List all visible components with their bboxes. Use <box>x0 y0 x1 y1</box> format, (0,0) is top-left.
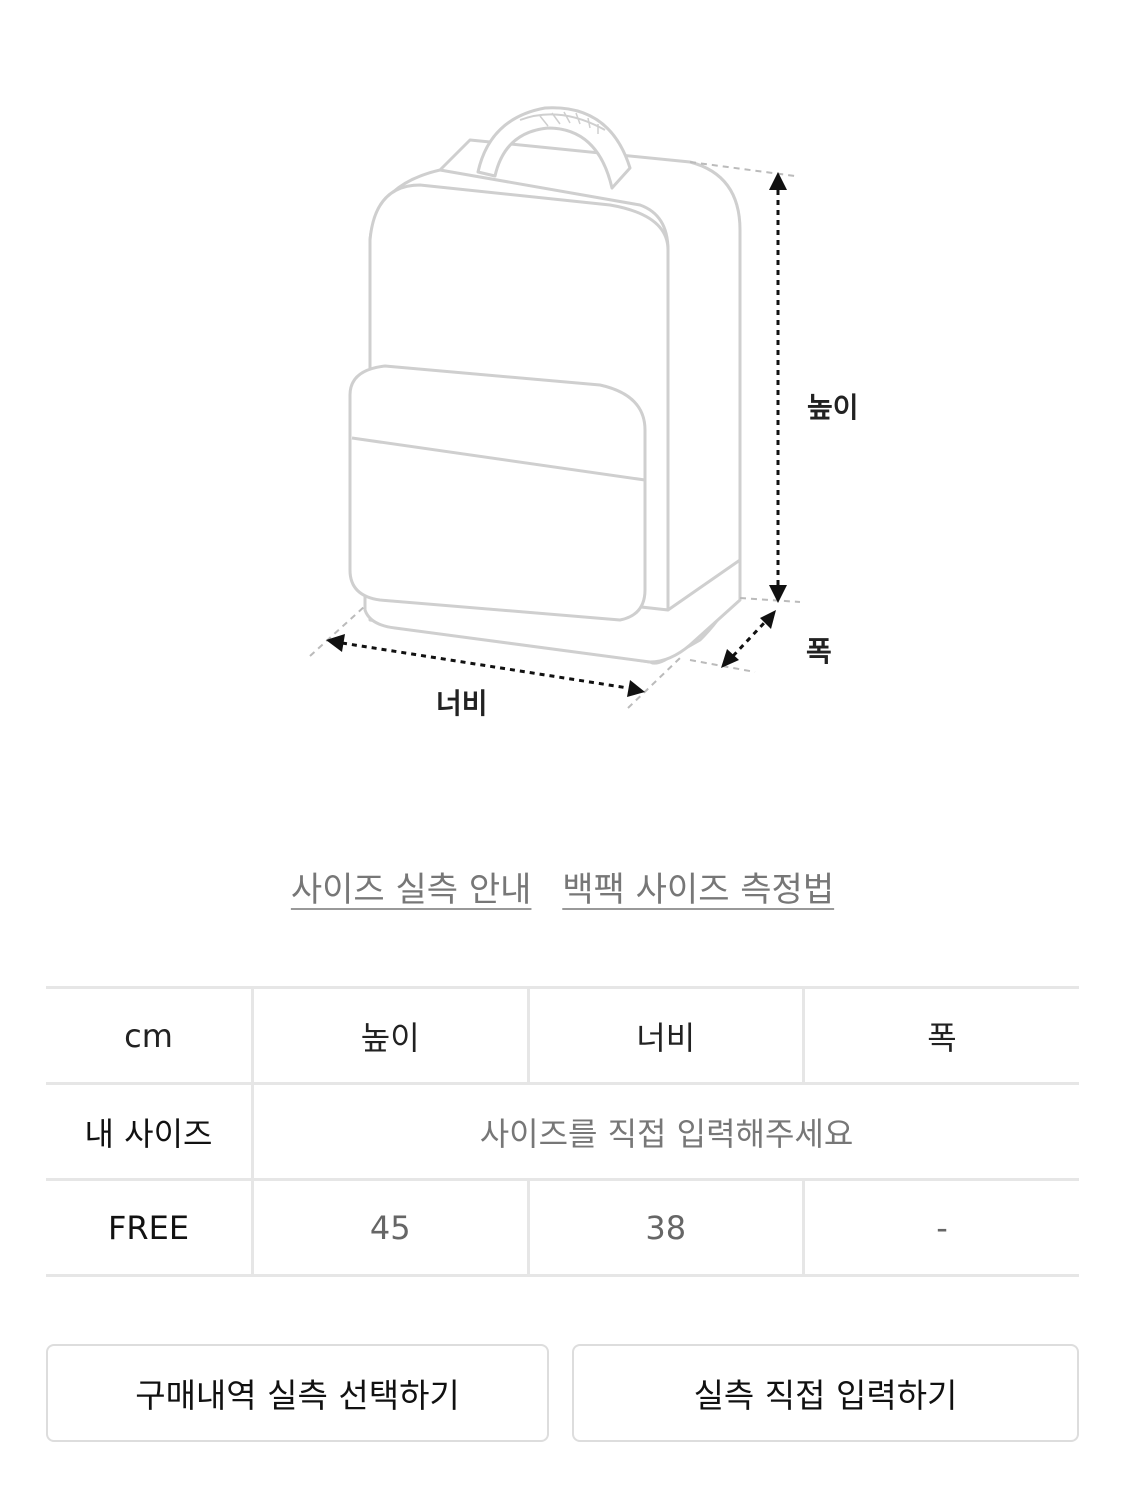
action-buttons: 구매내역 실측 선택하기 실측 직접 입력하기 <box>46 1344 1079 1446</box>
backpack-dimension-illustration: 높이 너비 폭 <box>309 106 859 720</box>
depth-header: 폭 <box>802 986 1079 1085</box>
width-header: 너비 <box>526 986 804 1085</box>
backpack-measure-link[interactable]: 백팩 사이즈 측정법 <box>562 870 834 910</box>
backpack-outline <box>348 106 742 665</box>
table-row: FREE 45 38 - <box>46 1178 1079 1277</box>
size-table: cm 높이 너비 폭 내 사이즈 사이즈를 직접 입력해주세요 FREE 45 … <box>46 986 1079 1277</box>
my-size-label: 내 사이즈 <box>46 1082 253 1181</box>
enter-manually-button[interactable]: 실측 직접 입력하기 <box>572 1344 1079 1442</box>
select-from-purchase-button[interactable]: 구매내역 실측 선택하기 <box>46 1344 549 1442</box>
depth-label: 폭 <box>806 635 832 668</box>
depth-value: - <box>802 1178 1079 1277</box>
unit-header: cm <box>46 986 253 1085</box>
height-header: 높이 <box>251 986 528 1085</box>
height-dimension-arrow <box>769 172 787 603</box>
width-value: 38 <box>526 1178 804 1277</box>
size-guide-links: 사이즈 실측 안내 백팩 사이즈 측정법 <box>0 862 1125 911</box>
height-label: 높이 <box>807 391 859 424</box>
size-guide-link[interactable]: 사이즈 실측 안내 <box>291 870 532 910</box>
my-size-row: 내 사이즈 사이즈를 직접 입력해주세요 <box>46 1082 1079 1181</box>
width-label: 너비 <box>436 687 488 720</box>
my-size-input[interactable]: 사이즈를 직접 입력해주세요 <box>251 1082 1079 1181</box>
table-header-row: cm 높이 너비 폭 <box>46 986 1079 1085</box>
height-value: 45 <box>251 1178 528 1277</box>
size-label-free: FREE <box>46 1178 253 1277</box>
depth-dimension-arrow <box>721 610 776 668</box>
